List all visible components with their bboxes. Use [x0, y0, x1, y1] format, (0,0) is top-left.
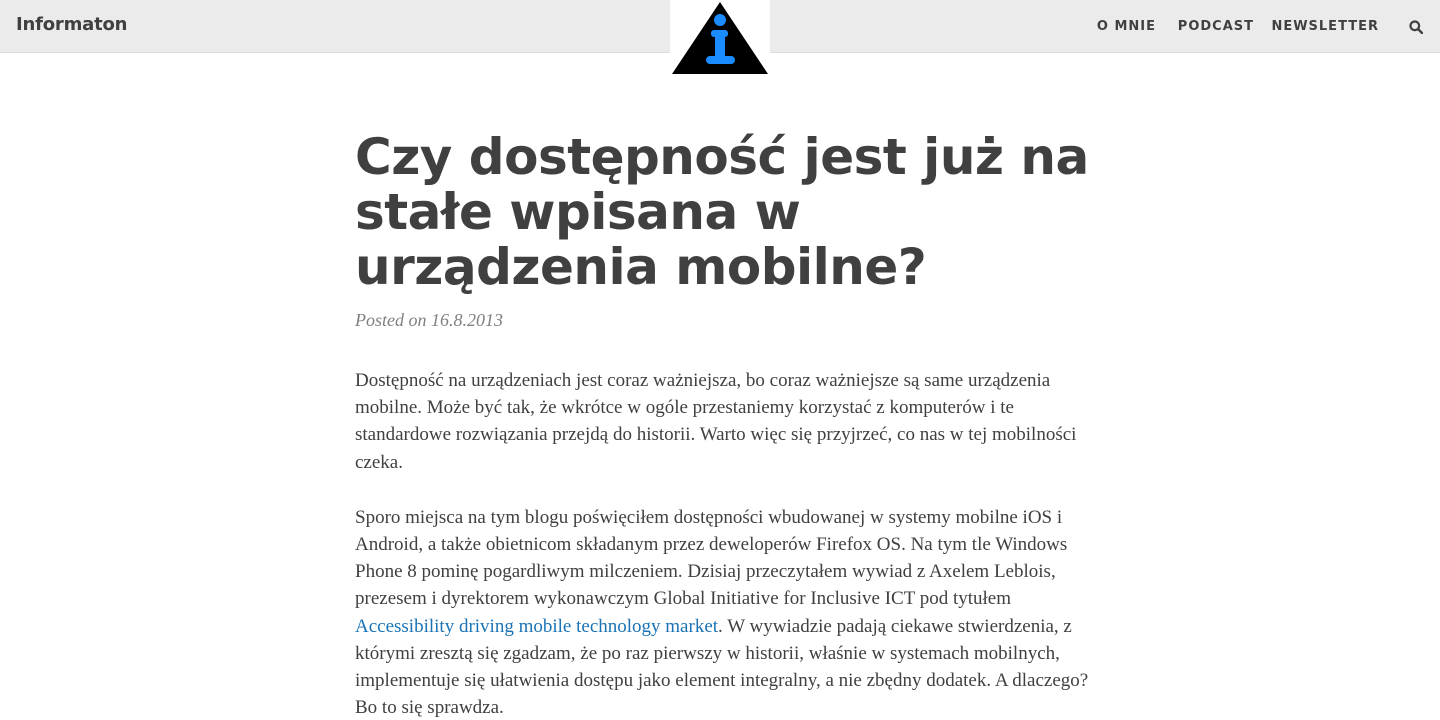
paragraph: Dostępność na urządzeniach jest coraz wa…	[355, 370, 1077, 473]
nav-item-newsletter[interactable]: NEWSLETTER	[1271, 19, 1379, 34]
nav-item-podcast[interactable]: PODCAST	[1178, 19, 1254, 34]
article: Czy dostępność jest już na stałe wpisana…	[355, 130, 1095, 720]
post-meta: Posted on 16.8.2013	[355, 310, 503, 330]
search-icon[interactable]	[1409, 20, 1424, 39]
brand-link[interactable]: Informaton	[16, 14, 127, 35]
nav-item-o-mnie[interactable]: O MNIE	[1097, 19, 1156, 34]
paragraph-text: Sporo miejsca na tym blogu poświęciłem d…	[355, 506, 1068, 610]
site-logo[interactable]	[670, 0, 770, 76]
post-body: Dostępność na urządzeniach jest coraz wa…	[355, 367, 1095, 720]
article-link[interactable]: Accessibility driving mobile technology …	[355, 616, 718, 637]
info-triangle-logo-icon	[672, 2, 768, 74]
post-title: Czy dostępność jest już na stałe wpisana…	[355, 128, 1089, 296]
paragraph: Sporo miejsca na tym blogu poświęciłem d…	[355, 504, 1095, 720]
